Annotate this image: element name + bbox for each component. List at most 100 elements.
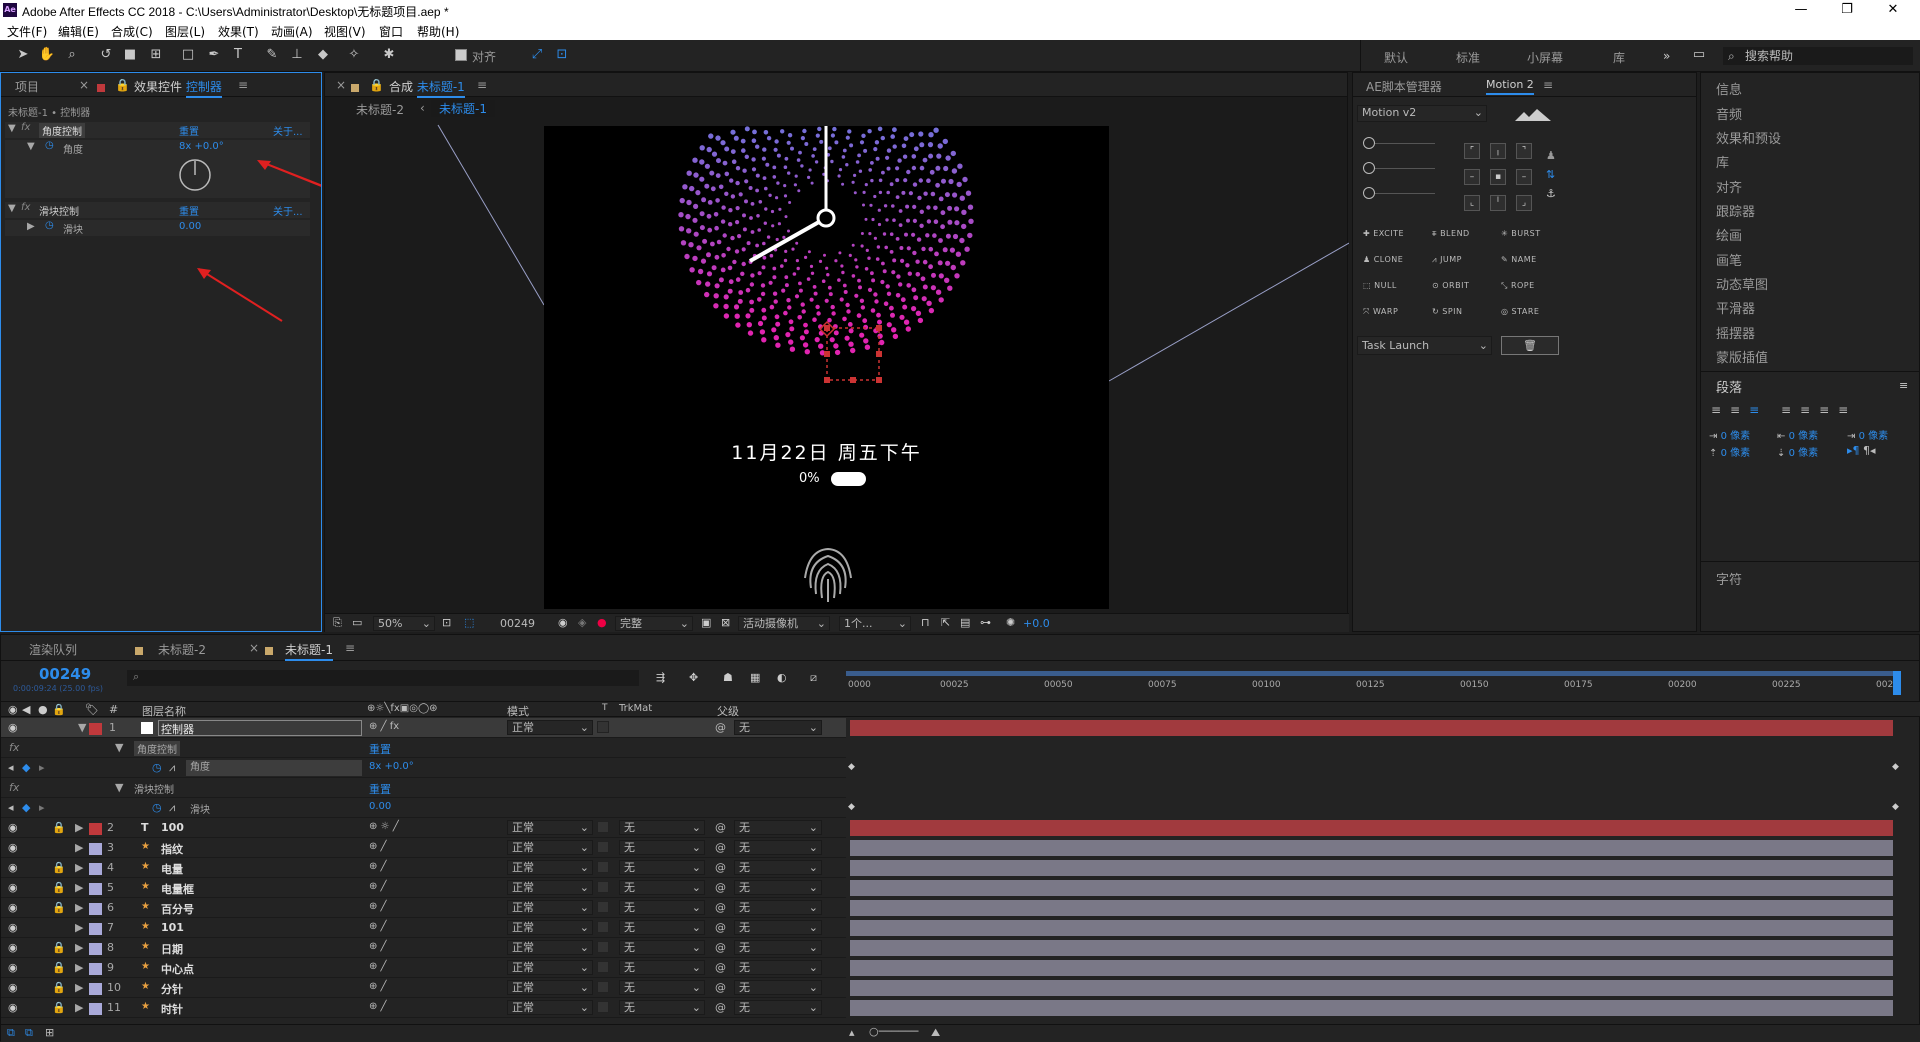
- help-search-input[interactable]: ⌕ 搜索帮助: [1723, 47, 1913, 65]
- panel-audio[interactable]: 音频: [1716, 104, 1742, 123]
- slider-knob[interactable]: [1363, 162, 1375, 174]
- anchor-top-right-button[interactable]: ⌝: [1516, 143, 1532, 159]
- layer-label-swatch[interactable]: [89, 842, 102, 855]
- ltr-direction-icon[interactable]: ▸¶ ¶◂: [1847, 444, 1876, 457]
- mountain-graph-icon[interactable]: [1515, 108, 1551, 122]
- parent-pickwhip-icon[interactable]: @: [715, 921, 726, 934]
- visibility-icon[interactable]: ◉: [8, 881, 18, 894]
- blend-mode-dropdown[interactable]: 正常 ⌄: [507, 940, 593, 955]
- rotate-tool-icon[interactable]: ↺: [97, 46, 115, 64]
- layer-bar[interactable]: [850, 820, 1893, 836]
- visibility-icon[interactable]: ◉: [8, 901, 18, 914]
- visibility-icon[interactable]: ◉: [8, 941, 18, 954]
- layer-row[interactable]: ◉ ▶ 7 ★ 101 ⊕ ╱ 正常 ⌄ 无 ⌄ @ 无 ⌄: [1, 918, 846, 938]
- eraser-tool-icon[interactable]: ◆: [314, 46, 332, 64]
- time-ruler[interactable]: 0000 00025 00050 00075 00100 00125 00150 00175 0…: [846, 671, 1901, 695]
- rectangle-tool-icon[interactable]: □: [179, 46, 197, 64]
- keyframe-icon[interactable]: ◆: [22, 801, 30, 814]
- menu-help[interactable]: 帮助(H): [417, 23, 459, 40]
- fx-icon[interactable]: fx: [9, 741, 19, 754]
- clone-button[interactable]: ♟ CLONE: [1363, 255, 1403, 264]
- lock-icon[interactable]: 🔒: [52, 1001, 66, 1014]
- menu-file[interactable]: 文件(F): [7, 23, 47, 40]
- exposure-icon[interactable]: ✺: [1006, 616, 1015, 629]
- anchor-center-button[interactable]: ▪: [1490, 169, 1506, 185]
- panel-layout-icon[interactable]: ▭: [1690, 46, 1708, 64]
- workspace-overflow-icon[interactable]: »: [1663, 49, 1670, 63]
- roi-icon[interactable]: ▣: [701, 616, 711, 629]
- zoom-in-icon[interactable]: ⛰: [931, 1026, 940, 1040]
- workspace-small-screen[interactable]: 小屏幕: [1527, 49, 1563, 66]
- parent-pickwhip-icon[interactable]: @: [715, 821, 726, 834]
- clone-stamp-tool-icon[interactable]: ⊥: [288, 46, 306, 64]
- workspace-standard[interactable]: 标准: [1456, 49, 1480, 66]
- timeline-icon[interactable]: ▤: [960, 616, 970, 629]
- menu-effect[interactable]: 效果(T): [218, 23, 259, 40]
- blend-mode-dropdown[interactable]: 正常 ⌄: [507, 820, 593, 835]
- expand-triangle-icon[interactable]: ▶: [75, 841, 83, 854]
- layer-label-swatch[interactable]: [89, 722, 102, 735]
- layer-name[interactable]: 中心点: [161, 961, 194, 977]
- paragraph-align-buttons[interactable]: ≡≡≡ ≡≡≡≡: [1711, 403, 1857, 417]
- layer-row[interactable]: ◉ 🔒 ▶ 8 ★ 日期 ⊕ ╱ 正常 ⌄ 无 ⌄ @ 无 ⌄: [1, 938, 846, 958]
- jump-button[interactable]: ⩘ JUMP: [1432, 255, 1462, 265]
- warp-button[interactable]: ⤧ WARP: [1363, 307, 1398, 317]
- expand-triangle-icon[interactable]: ▶: [75, 1001, 83, 1014]
- expand-triangle-icon[interactable]: ▼: [78, 721, 86, 734]
- type-tool-icon[interactable]: T: [229, 46, 247, 64]
- track-matte-dropdown[interactable]: 无 ⌄: [619, 940, 705, 955]
- graph-icon[interactable]: ⩘: [169, 761, 175, 775]
- name-button[interactable]: ✎ NAME: [1501, 255, 1537, 264]
- parent-dropdown[interactable]: 无 ⌄: [734, 820, 822, 835]
- visibility-icon[interactable]: ◉: [8, 921, 18, 934]
- layer-label-swatch[interactable]: [89, 962, 102, 975]
- snap-icon[interactable]: ⤢: [528, 46, 546, 64]
- stopwatch-icon[interactable]: ◷: [152, 801, 162, 814]
- visibility-icon[interactable]: ◉: [8, 841, 18, 854]
- workspace-default[interactable]: 默认: [1384, 49, 1408, 66]
- region-icon[interactable]: ⬚: [464, 616, 474, 629]
- track-matte-dropdown[interactable]: 无 ⌄: [619, 840, 705, 855]
- zoom-slider[interactable]: ○──────: [869, 1025, 918, 1038]
- layer-name[interactable]: 时针: [161, 1001, 183, 1017]
- layer-row[interactable]: ◉ 🔒 ▶ 2 T 100 ⊕ ☼ ╱ 正常 ⌄ 无 ⌄ @ 无 ⌄: [1, 818, 846, 838]
- tab-untitled-2[interactable]: 未标题-2: [158, 641, 206, 658]
- layer-switches[interactable]: ⊕ ╱: [369, 921, 387, 932]
- panel-paint[interactable]: 绘画: [1716, 225, 1742, 244]
- lock-icon[interactable]: 🔒: [52, 961, 66, 974]
- blend-mode-dropdown[interactable]: 正常 ⌄: [507, 720, 593, 735]
- expand-triangle-icon[interactable]: ▶: [75, 901, 83, 914]
- close-button[interactable]: ✕: [1870, 1, 1916, 19]
- angle-value[interactable]: 8x +0.0°: [369, 761, 414, 772]
- weight-icon[interactable]: ♟: [1546, 149, 1556, 162]
- current-frame[interactable]: 00249: [500, 617, 535, 630]
- blend-button[interactable]: ⩨ BLEND: [1432, 229, 1470, 239]
- slider-knob[interactable]: [1363, 187, 1375, 199]
- shy-layers-icon[interactable]: ☗: [723, 671, 733, 684]
- panel-info[interactable]: 信息: [1716, 79, 1742, 98]
- toggle-modes-icon[interactable]: ⧉: [25, 1026, 33, 1040]
- expand-triangle-icon[interactable]: ▼: [115, 741, 123, 754]
- track-matte-dropdown[interactable]: 无 ⌄: [619, 820, 705, 835]
- fit-icon[interactable]: ⊡: [442, 616, 451, 629]
- tab-motion-2[interactable]: Motion 2: [1486, 78, 1534, 95]
- parent-pickwhip-icon[interactable]: @: [715, 1001, 726, 1014]
- layer-switches[interactable]: ⊕ ╱: [369, 1001, 387, 1012]
- anchor-right-button[interactable]: –: [1516, 169, 1532, 185]
- parent-dropdown[interactable]: 无 ⌄: [734, 960, 822, 975]
- parent-dropdown[interactable]: 无 ⌄: [734, 920, 822, 935]
- layer-label-swatch[interactable]: [89, 982, 102, 995]
- parent-dropdown[interactable]: 无 ⌄: [734, 940, 822, 955]
- blend-mode-dropdown[interactable]: 正常 ⌄: [507, 920, 593, 935]
- layer-bar[interactable]: [850, 840, 1893, 856]
- layer-name[interactable]: 指纹: [161, 841, 183, 857]
- parent-pickwhip-icon[interactable]: @: [715, 721, 726, 734]
- anchor-left-button[interactable]: –: [1464, 169, 1480, 185]
- layer-row[interactable]: ◉ 🔒 ▶ 11 ★ 时针 ⊕ ╱ 正常 ⌄ 无 ⌄ @ 无 ⌄: [1, 998, 846, 1018]
- parent-pickwhip-icon[interactable]: @: [715, 901, 726, 914]
- prev-keyframe-icon[interactable]: ◂: [8, 761, 14, 774]
- pen-tool-icon[interactable]: ✒: [205, 46, 223, 64]
- spin-button[interactable]: ↻ SPIN: [1432, 307, 1463, 316]
- layer-bar[interactable]: [850, 860, 1893, 876]
- parent-dropdown[interactable]: 无 ⌄: [734, 900, 822, 915]
